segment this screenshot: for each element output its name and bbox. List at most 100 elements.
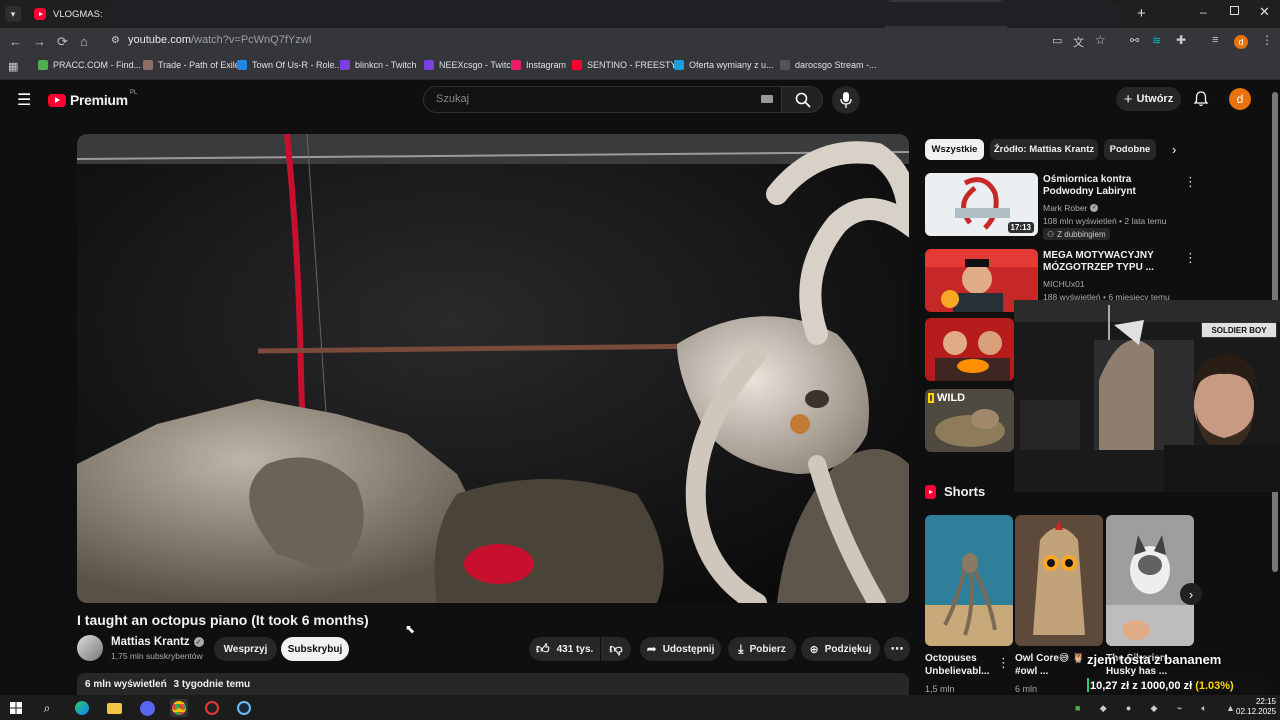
account-avatar[interactable]: d xyxy=(1229,88,1251,110)
back-icon[interactable]: ← xyxy=(9,34,22,49)
omnibox[interactable] xyxy=(104,2,1122,26)
create-button[interactable]: + Utwórz xyxy=(1116,87,1181,111)
install-app-icon[interactable]: ▭ xyxy=(1052,34,1062,47)
minimize-button[interactable]: – xyxy=(1200,5,1207,19)
support-button[interactable]: Wesprzyj xyxy=(214,637,277,661)
url-text[interactable]: youtube.com/watch?v=PcWnQ7fYzwI xyxy=(128,34,312,46)
recommended-channel-2[interactable]: MICHUx01 xyxy=(1043,278,1085,290)
short-menu-icon-1[interactable]: ⋮ xyxy=(997,655,1010,671)
short-thumbnail-1[interactable] xyxy=(925,515,1013,646)
shorts-next-button[interactable]: › xyxy=(1180,583,1202,605)
taskbar-search-icon[interactable]: ⌕ xyxy=(38,699,56,717)
search-icon xyxy=(795,92,811,108)
bookmark-item[interactable]: Trade - Path of Exile xyxy=(143,60,240,70)
bookmark-label: Instagram xyxy=(526,60,567,70)
short-meta-2: 6 mln xyxy=(1015,684,1038,694)
like-button[interactable]: 👍︎ 431 tys. xyxy=(529,637,600,661)
bookmark-favicon-icon xyxy=(780,60,790,70)
chip-from-channel[interactable]: Źródło: Mattias Krantz xyxy=(990,139,1098,160)
channel-name[interactable]: Mattias Krantz ✓ xyxy=(111,636,204,648)
recommended-title-2[interactable]: MEGA MOTYWACYJNY MÓZGOTRZEP TYPU ... xyxy=(1043,250,1178,274)
subscribe-button[interactable]: Subskrybuj xyxy=(281,637,349,661)
short-thumbnail-2[interactable] xyxy=(1015,515,1103,646)
home-icon[interactable]: ⌂ xyxy=(80,34,88,49)
download-button[interactable]: ⤓ Pobierz xyxy=(728,637,796,661)
bookmark-item[interactable]: darocsgo Stream -... xyxy=(780,60,877,70)
translate-icon[interactable]: 文 xyxy=(1073,34,1084,50)
file-explorer-icon[interactable] xyxy=(105,699,123,717)
channel-avatar[interactable] xyxy=(77,635,103,661)
search-button[interactable] xyxy=(781,86,823,113)
video-frame xyxy=(77,134,909,603)
short-title-1[interactable]: Octopuses Unbelievabl... xyxy=(925,652,991,678)
youtube-logo-icon xyxy=(48,93,66,107)
bookmark-favicon-icon xyxy=(143,60,153,70)
clock[interactable]: 22:15 02.12.2025 xyxy=(1236,697,1276,717)
recommended-menu-icon-2[interactable]: ⋮ xyxy=(1184,250,1197,266)
bookmark-item[interactable]: SENTINO - FREESTY... xyxy=(572,60,683,70)
voice-search-button[interactable] xyxy=(832,86,860,114)
search-box[interactable]: Szukaj xyxy=(423,86,782,113)
short-thumbnail-3[interactable] xyxy=(1106,515,1194,646)
more-actions-button[interactable]: ⋯ xyxy=(884,637,910,661)
recommended-channel-1[interactable]: Mark Rober ✓ xyxy=(1043,202,1099,214)
keyboard-icon[interactable] xyxy=(761,95,773,103)
chips-next-icon[interactable]: › xyxy=(1172,142,1176,157)
reload-icon[interactable]: ⟳ xyxy=(57,34,68,50)
system-tray-icons[interactable]: ■ ◆ ● ◆ ⌁ 🔈︎ ▲ xyxy=(1075,699,1235,717)
thanks-button[interactable]: ⊕ Podziękuj xyxy=(801,637,880,661)
description-box[interactable]: 6 mln wyświetleń 3 tygodnie temu xyxy=(77,673,909,695)
video-player[interactable] xyxy=(77,134,909,603)
bookmark-star-icon[interactable]: ☆ xyxy=(1095,33,1106,47)
steam-icon[interactable] xyxy=(235,699,253,717)
browser-menu-icon[interactable]: ⋮ xyxy=(1261,33,1273,47)
bookmark-item[interactable]: PRACC.COM - Find... xyxy=(38,60,141,70)
dislike-button[interactable]: 👎︎ xyxy=(601,637,631,661)
windows-start-icon[interactable] xyxy=(7,699,25,717)
extensions-puzzle-icon[interactable]: ✚ xyxy=(1176,33,1186,47)
bookmark-item[interactable]: blinkcn - Twitch xyxy=(340,60,416,70)
extension-icon-2[interactable]: ≋ xyxy=(1152,34,1161,47)
create-label: Utwórz xyxy=(1136,93,1174,105)
chrome-icon[interactable] xyxy=(170,699,188,717)
nat-geo-wild-logo: WILD xyxy=(928,392,965,404)
discord-icon[interactable] xyxy=(138,699,156,717)
bookmark-item[interactable]: Instagram xyxy=(511,60,566,70)
recommended-meta-2: 188 wyświetleń • 6 miesięcy temu xyxy=(1043,292,1170,300)
tray-icon: ● xyxy=(1125,703,1132,713)
forward-icon[interactable]: → xyxy=(33,34,46,49)
media-control-icon[interactable]: ≡ xyxy=(1212,34,1218,46)
bookmark-label: SENTINO - FREESTY... xyxy=(587,60,683,70)
close-window-button[interactable]: ✕ xyxy=(1259,4,1270,20)
bookmark-item[interactable]: Town Of Us-R - Role... xyxy=(237,60,342,70)
search-input[interactable]: Szukaj xyxy=(436,93,469,105)
bookmark-item[interactable]: NEEXcsgo - Twitch xyxy=(424,60,516,70)
hamburger-menu-icon[interactable]: ☰ xyxy=(17,90,31,110)
chip-related[interactable]: Podobne xyxy=(1104,139,1156,160)
recommended-thumbnail-3[interactable] xyxy=(925,318,1014,381)
faceit-tray-icon[interactable] xyxy=(203,699,221,717)
share-icon: ➦ xyxy=(646,642,657,656)
profile-avatar[interactable]: d xyxy=(1234,35,1248,49)
chip-all[interactable]: Wszystkie xyxy=(925,139,984,160)
restore-button[interactable] xyxy=(1230,6,1239,15)
recommended-thumbnail-4[interactable]: WILD xyxy=(925,389,1014,452)
new-tab-button[interactable]: + xyxy=(1137,5,1146,22)
edge-icon[interactable] xyxy=(73,699,91,717)
tab-search-button[interactable]: ▾ xyxy=(5,6,21,22)
youtube-logo[interactable]: Premium PL xyxy=(48,90,137,108)
youtube-icon xyxy=(34,8,46,20)
video-title: I taught an octopus piano (It took 6 mon… xyxy=(77,612,369,628)
webcam-overlay: SOLDIER BOY xyxy=(1014,300,1280,492)
apps-grid-icon[interactable]: ▦ xyxy=(8,60,18,73)
recommended-thumbnail-1[interactable]: 17:13 xyxy=(925,173,1038,236)
site-info-icon[interactable]: ⚙ xyxy=(111,35,120,46)
extension-icon[interactable]: ⚯ xyxy=(1130,34,1139,47)
bookmark-item[interactable]: Oferta wymiany z u... xyxy=(674,60,774,70)
share-button[interactable]: ➦ Udostępnij xyxy=(640,637,721,661)
microphone-icon xyxy=(840,92,852,108)
recommended-title-1[interactable]: Ośmiornica kontra Podwodny Labirynt xyxy=(1043,174,1178,198)
tray-icon: ▲ xyxy=(1226,703,1235,713)
recommended-menu-icon-1[interactable]: ⋮ xyxy=(1184,174,1197,190)
notifications-bell-icon[interactable] xyxy=(1193,91,1209,107)
